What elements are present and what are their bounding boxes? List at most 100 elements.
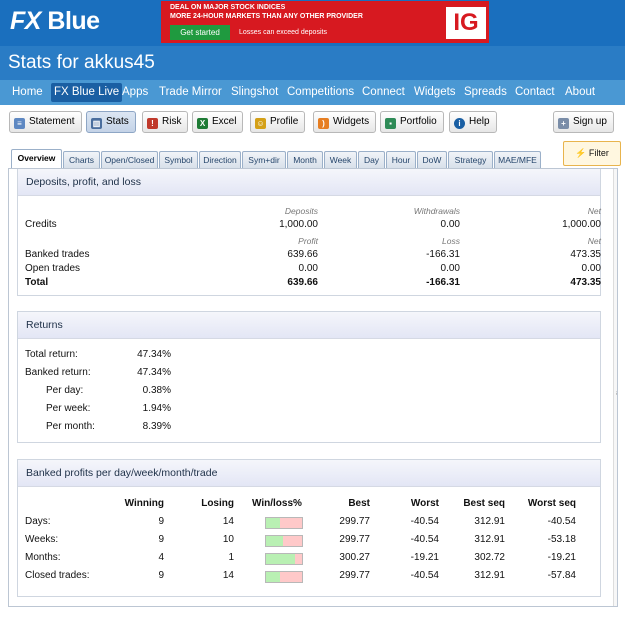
- excel-label: Excel: [212, 116, 237, 127]
- fx-blue-logo[interactable]: FX Blue: [10, 7, 100, 36]
- row-best: 300.27: [339, 552, 370, 563]
- row-worst: -40.54: [410, 534, 439, 545]
- per-month-value: 8.39%: [142, 421, 171, 432]
- win-loss-header: Win/loss%: [252, 498, 302, 509]
- banked-trades-net: 473.35: [570, 249, 601, 260]
- row-worst: -40.54: [410, 516, 439, 527]
- nav-contact[interactable]: Contact: [512, 83, 558, 102]
- banked-trades-loss: -166.31: [426, 249, 460, 260]
- banked-return-value: 47.34%: [137, 367, 171, 378]
- nav-fx-blue-live[interactable]: FX Blue Live: [51, 83, 123, 102]
- nav-spreads[interactable]: Spreads: [461, 83, 510, 102]
- ad-line2: MORE 24-HOUR MARKETS THAN ANY OTHER PROV…: [170, 13, 363, 20]
- tab-mae-mfe[interactable]: MAE/MFE: [494, 151, 541, 168]
- portfolio-button[interactable]: ▪ Portfolio: [380, 111, 444, 133]
- nav-about[interactable]: About: [562, 83, 598, 102]
- banked-profits-panel: Banked profits per day/week/month/trade …: [17, 459, 601, 597]
- best-seq-header: Best seq: [463, 498, 505, 509]
- logo-fx: FX: [10, 7, 41, 35]
- win-loss-bar: [265, 535, 303, 547]
- tab-overview[interactable]: Overview: [11, 149, 62, 169]
- win-fill: [266, 536, 283, 546]
- losing-header: Losing: [201, 498, 234, 509]
- winning-header: Winning: [124, 498, 164, 509]
- top-bar: FX Blue DEAL ON MAJOR STOCK INDICES MORE…: [0, 0, 625, 46]
- help-button[interactable]: i Help: [449, 111, 497, 133]
- win-fill: [266, 554, 295, 564]
- tab-week[interactable]: Week: [324, 151, 357, 168]
- row-losing: 14: [222, 570, 234, 581]
- win-fill: [266, 572, 281, 582]
- row-best-seq: 312.91: [474, 534, 505, 545]
- returns-panel-title: Returns: [18, 312, 600, 339]
- widgets-button[interactable]: ) Widgets: [313, 111, 377, 133]
- credits-label: Credits: [25, 219, 57, 230]
- tab-charts[interactable]: Charts: [63, 151, 100, 168]
- portfolio-label: Portfolio: [400, 116, 437, 127]
- row-winning: 9: [158, 534, 164, 545]
- total-return-label: Total return:: [25, 349, 78, 360]
- profile-button[interactable]: ☺ Profile: [250, 111, 306, 133]
- ad-disclaimer: Losses can exceed deposits: [239, 29, 327, 36]
- statement-button[interactable]: ≡ Statement: [9, 111, 82, 133]
- stats-button[interactable]: ▥ Stats: [86, 111, 136, 133]
- scroll-down-arrow[interactable]: ▼: [616, 595, 617, 604]
- overview-content[interactable]: Deposits, profit, and loss Deposits With…: [8, 168, 618, 607]
- ad-get-started-button[interactable]: Get started: [170, 25, 230, 40]
- banked-trades-label: Banked trades: [25, 249, 90, 260]
- per-day-label: Per day:: [46, 385, 84, 396]
- win-loss-bar: [265, 571, 303, 583]
- nav-apps[interactable]: Apps: [119, 83, 151, 102]
- per-week-label: Per week:: [46, 403, 91, 414]
- help-icon: i: [454, 118, 465, 129]
- deposits-header: Deposits: [284, 206, 318, 216]
- nav-trade-mirror[interactable]: Trade Mirror: [156, 83, 225, 102]
- ad-banner[interactable]: DEAL ON MAJOR STOCK INDICES MORE 24-HOUR…: [161, 1, 489, 43]
- row-label: Closed trades:: [25, 570, 90, 581]
- page-title: Stats for akkus45: [8, 52, 155, 73]
- sign-up-button[interactable]: + Sign up: [553, 111, 614, 133]
- row-best: 299.77: [339, 534, 370, 545]
- open-trades-loss: 0.00: [440, 263, 460, 274]
- win-fill: [266, 518, 281, 528]
- tab-sym-dir[interactable]: Sym+dir: [242, 151, 286, 168]
- open-trades-profit: 0.00: [298, 263, 318, 274]
- excel-button[interactable]: X Excel: [192, 111, 244, 133]
- tab-open-closed[interactable]: Open/Closed: [101, 151, 158, 168]
- tab-direction[interactable]: Direction: [199, 151, 241, 168]
- tab-hour[interactable]: Hour: [386, 151, 416, 168]
- row-winning: 9: [158, 516, 164, 527]
- scroll-up-arrow[interactable]: ▲: [616, 171, 617, 180]
- tab-day[interactable]: Day: [358, 151, 385, 168]
- tab-month[interactable]: Month: [287, 151, 323, 168]
- tab-symbol[interactable]: Symbol: [159, 151, 198, 168]
- nav-slingshot[interactable]: Slingshot: [228, 83, 281, 102]
- row-losing: 1: [228, 552, 234, 563]
- scroll-thumb-grip[interactable]: ≡: [616, 389, 617, 398]
- row-best: 299.77: [339, 570, 370, 581]
- profile-label: Profile: [270, 116, 299, 127]
- tab-strategy[interactable]: Strategy: [448, 151, 493, 168]
- nav-competitions[interactable]: Competitions: [284, 83, 357, 102]
- profile-icon: ☺: [255, 118, 266, 129]
- row-worst: -40.54: [410, 570, 439, 581]
- risk-button[interactable]: ! Risk: [142, 111, 189, 133]
- nav-connect[interactable]: Connect: [359, 83, 408, 102]
- total-net: 473.35: [570, 277, 601, 288]
- nav-home[interactable]: Home: [9, 83, 46, 102]
- statement-label: Statement: [29, 116, 75, 127]
- sign-up-label: Sign up: [573, 116, 607, 127]
- banked-return-label: Banked return:: [25, 367, 91, 378]
- rss-icon: ): [318, 118, 329, 129]
- loss-header: Loss: [442, 236, 460, 246]
- row-losing: 14: [222, 516, 234, 527]
- win-loss-bar: [265, 553, 303, 565]
- nav-widgets[interactable]: Widgets: [411, 83, 459, 102]
- sign-up-icon: +: [558, 118, 569, 129]
- returns-panel: Returns Total return: 47.34% Banked retu…: [17, 311, 601, 443]
- row-best-seq: 302.72: [474, 552, 505, 563]
- row-best-seq: 312.91: [474, 516, 505, 527]
- vertical-scrollbar[interactable]: ▲ ≡ ▼: [613, 169, 617, 606]
- tab-dow[interactable]: DoW: [417, 151, 447, 168]
- banked-profits-panel-title: Banked profits per day/week/month/trade: [18, 460, 600, 487]
